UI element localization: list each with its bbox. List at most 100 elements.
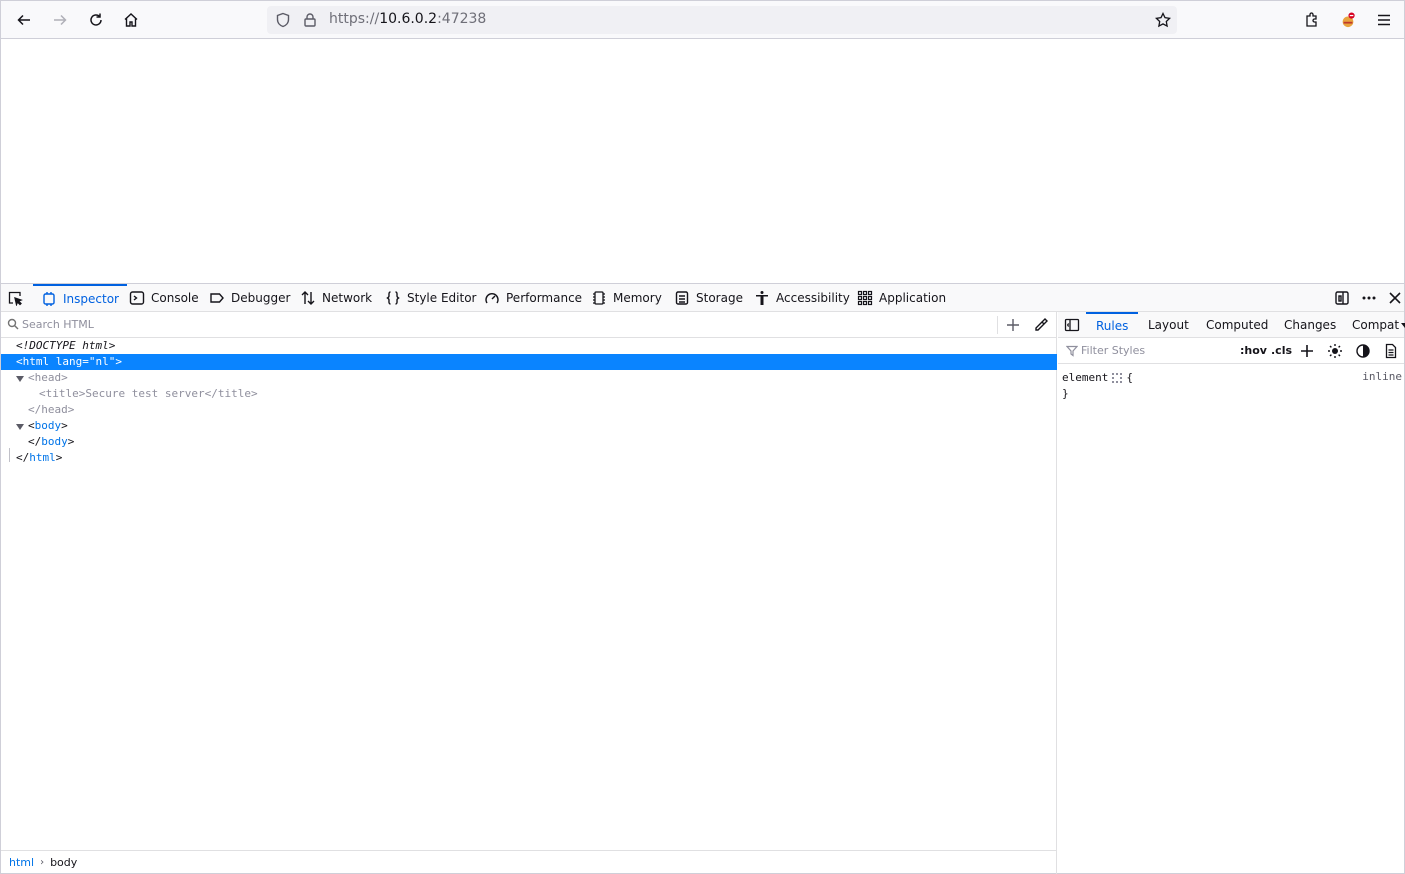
rule-open-brace: { — [1126, 371, 1133, 384]
light-scheme-icon[interactable] — [1327, 343, 1343, 359]
tab-memory[interactable]: Memory — [583, 284, 670, 312]
tab-label: Accessibility — [776, 291, 850, 305]
breadcrumb-html[interactable]: html — [9, 856, 34, 869]
tab-inspector[interactable]: Inspector — [33, 284, 127, 312]
tag-close-bracket: > — [250, 387, 258, 400]
tab-label: Storage — [696, 291, 743, 305]
cls-button[interactable]: .cls — [1271, 344, 1292, 357]
lock-icon[interactable] — [302, 12, 318, 28]
extensions-icon[interactable] — [1299, 7, 1325, 33]
performance-icon — [485, 293, 499, 304]
tag-end-open: </ — [16, 451, 30, 464]
html-tag-name: html — [29, 451, 56, 464]
toggle-sidebar-icon[interactable] — [1064, 317, 1080, 333]
rule-source-link[interactable]: inline — [1362, 370, 1402, 383]
shield-icon[interactable] — [275, 12, 291, 28]
rule-selector: element — [1062, 371, 1109, 384]
tag-end-open: </ — [28, 435, 42, 448]
search-html-row: Search HTML — [1, 312, 1057, 338]
hov-button[interactable]: :hov — [1240, 344, 1267, 357]
tag-open-bracket: < — [16, 355, 23, 368]
tab-storage[interactable]: Storage — [666, 284, 751, 312]
more-options-icon[interactable] — [1361, 290, 1377, 306]
search-input[interactable]: Search HTML — [22, 318, 94, 331]
tag-end-open: </ — [204, 387, 218, 400]
tab-application[interactable]: Application — [849, 284, 954, 312]
head-node[interactable]: <head> — [1, 370, 1057, 386]
filter-icon — [1066, 345, 1078, 357]
divider — [997, 316, 998, 334]
application-icon — [857, 290, 873, 306]
tab-console[interactable]: Console — [121, 284, 207, 312]
menu-icon[interactable] — [1371, 7, 1397, 33]
body-node[interactable]: <body> — [1, 418, 1057, 434]
add-node-icon[interactable] — [1005, 317, 1021, 333]
title-tag-name: title — [217, 387, 251, 400]
reload-icon[interactable] — [83, 7, 109, 33]
search-icon — [7, 318, 19, 330]
memory-icon — [593, 291, 605, 305]
filter-styles-input[interactable]: Filter Styles — [1081, 344, 1145, 357]
tab-performance[interactable]: Performance — [476, 284, 590, 312]
tab-label: Debugger — [231, 291, 291, 305]
body-close-node[interactable]: </body> — [1, 434, 1057, 450]
title-node[interactable]: <title>Secure test server</title> — [1, 386, 1057, 402]
console-icon — [129, 291, 145, 305]
head-close-node[interactable]: </head> — [1, 402, 1057, 418]
html-close-node[interactable]: </html> — [1, 450, 1057, 466]
tag-close-bracket: > — [67, 435, 75, 448]
head-tag-name: head — [41, 403, 68, 416]
tab-label: Memory — [613, 291, 662, 305]
profile-icon[interactable] — [1335, 7, 1361, 33]
tag-open-bracket: < — [39, 387, 46, 400]
url-bar[interactable]: https://10.6.0.2:47238 — [267, 6, 1177, 34]
tag-open-bracket: < — [28, 371, 35, 384]
back-icon[interactable] — [11, 7, 37, 33]
style-editor-icon — [386, 291, 400, 305]
tab-style-editor[interactable]: Style Editor — [377, 284, 484, 312]
accessibility-icon — [756, 291, 768, 305]
tab-network[interactable]: Network — [292, 284, 380, 312]
storage-icon — [675, 291, 689, 305]
tag-end-open: </ — [28, 403, 42, 416]
chevron-right-icon: › — [40, 857, 45, 868]
eyedropper-icon[interactable] — [1033, 317, 1049, 333]
tab-label: Console — [151, 291, 199, 305]
url-host: 10.6.0.2 — [379, 11, 438, 27]
doctype-node[interactable]: <!DOCTYPE html> — [1, 338, 1057, 354]
body-tag-name: body — [41, 435, 68, 448]
tab-accessibility[interactable]: Accessibility — [746, 284, 858, 312]
close-icon[interactable] — [1387, 290, 1403, 306]
tab-rules[interactable]: Rules — [1086, 312, 1139, 338]
tab-compat[interactable]: Compat — [1342, 312, 1405, 338]
page-viewport[interactable] — [1, 40, 1404, 283]
tag-open-bracket: < — [28, 419, 35, 432]
inspector-icon — [43, 292, 55, 306]
html-tag-name: html — [22, 355, 50, 368]
element-picker-icon[interactable] — [7, 290, 23, 306]
breadcrumb-body[interactable]: body — [50, 856, 77, 869]
grid-dots-icon — [1112, 373, 1123, 383]
chevron-down-icon — [1401, 323, 1405, 328]
tag-close-bracket: > — [67, 403, 75, 416]
tab-layout[interactable]: Layout — [1138, 312, 1199, 338]
tab-label: Inspector — [63, 292, 119, 306]
forward-icon[interactable] — [47, 7, 73, 33]
tab-debugger[interactable]: Debugger — [201, 284, 298, 312]
tab-changes[interactable]: Changes — [1274, 312, 1346, 338]
element-rule[interactable]: element { — [1062, 370, 1133, 386]
star-icon[interactable] — [1155, 12, 1171, 28]
dock-side-icon[interactable] — [1334, 290, 1350, 306]
add-rule-icon[interactable] — [1299, 343, 1315, 359]
tag-close-bracket: > — [61, 419, 68, 432]
home-icon[interactable] — [118, 7, 144, 33]
url-text[interactable]: https://10.6.0.2:47238 — [329, 11, 486, 27]
dark-scheme-icon[interactable] — [1355, 343, 1371, 359]
tab-label: Style Editor — [407, 291, 477, 305]
filter-styles-row: Filter Styles :hov .cls — [1058, 338, 1404, 364]
tab-computed[interactable]: Computed — [1196, 312, 1278, 338]
print-media-icon[interactable] — [1383, 343, 1399, 359]
head-tag-name: head — [34, 371, 62, 384]
html-node[interactable]: <html lang="nl"> — [1, 354, 1057, 370]
